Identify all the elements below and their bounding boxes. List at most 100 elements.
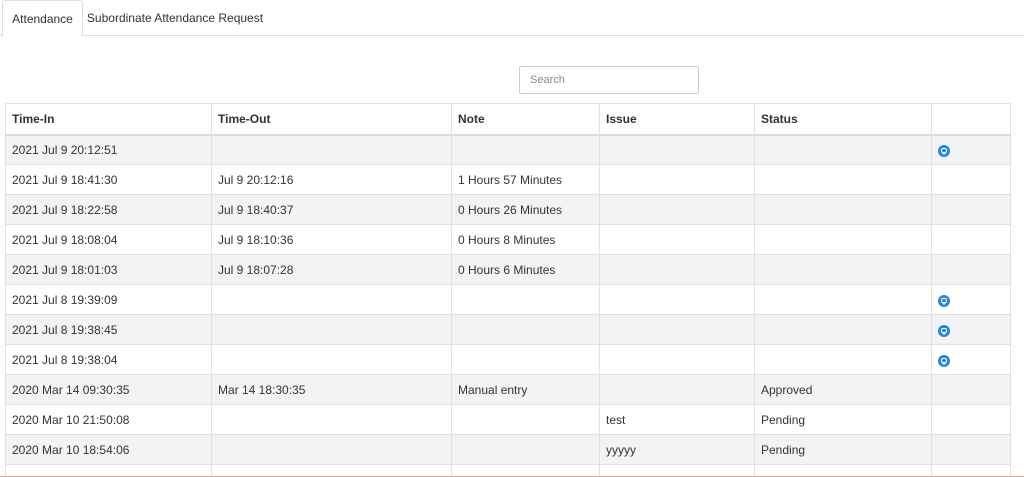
time-out-cell: Jul 9 18:07:28 [211, 254, 452, 285]
action-cell [931, 464, 1011, 476]
edit-request-icon[interactable] [938, 324, 950, 337]
note-cell: 1 Hours 57 Minutes [451, 164, 600, 195]
time-in-cell: 2020 Mar 10 21:50:08 [5, 404, 212, 435]
issue-cell [599, 164, 755, 195]
time-out-cell [211, 404, 452, 435]
edit-request-icon[interactable] [938, 294, 950, 307]
time-out-cell: Mar 14 18:30:35 [211, 374, 452, 405]
column-header-issue[interactable]: Issue [599, 103, 755, 136]
tab-subordinate-attendance-request[interactable]: Subordinate Attendance Request [83, 0, 267, 36]
action-cell [931, 314, 1011, 345]
note-cell: 0 Hours 6 Minutes [451, 254, 600, 285]
table-row: 2020 Mar 10 21:50:08 test Pending [5, 404, 1011, 435]
status-cell [754, 134, 932, 165]
time-in-cell: 2021 Jul 9 18:01:03 [5, 254, 212, 285]
time-out-cell [211, 344, 452, 375]
status-cell [754, 464, 932, 476]
note-cell: Manual entry [451, 374, 600, 405]
time-in-cell: 2021 Jul 9 18:41:30 [5, 164, 212, 195]
action-cell [931, 374, 1011, 405]
action-cell [931, 254, 1011, 285]
issue-cell [599, 194, 755, 225]
table-row: 2021 Jul 8 19:38:45 [5, 314, 1011, 345]
note-cell: 0 Hours 8 Minutes [451, 224, 600, 255]
status-cell [754, 164, 932, 195]
table-row: 2021 Jul 9 18:08:04 Jul 9 18:10:36 0 Hours… [5, 224, 1011, 255]
table-row: 2021 Jul 9 20:12:51 [5, 134, 1011, 165]
issue-cell [599, 254, 755, 285]
time-out-cell [211, 434, 452, 465]
column-header-note[interactable]: Note [451, 103, 600, 136]
tab-bar: Attendance Subordinate Attendance Reques… [0, 0, 1024, 37]
time-in-cell: 2020 Mar 10 18:54:06 [5, 434, 212, 465]
status-cell [754, 194, 932, 225]
table-row: 2021 Jul 8 19:38:04 [5, 344, 1011, 375]
status-cell [754, 254, 932, 285]
issue-cell [599, 224, 755, 255]
table-row: 2021 Jul 8 19:39:09 [5, 284, 1011, 315]
time-out-cell [211, 314, 452, 345]
time-in-cell: 2021 Jul 8 19:38:04 [5, 344, 212, 375]
attendance-table: Time-In Time-Out Note Issue Status 2021 … [5, 103, 1011, 476]
status-cell: Pending [754, 434, 932, 465]
action-cell [931, 284, 1011, 315]
status-cell [754, 224, 932, 255]
issue-cell [599, 464, 755, 476]
table-row: 2021 Jul 9 18:41:30 Jul 9 20:12:16 1 Hours… [5, 164, 1011, 195]
table-row: 2020 Mar 14 09:30:35 Mar 14 18:30:35 Manua… [5, 374, 1011, 405]
column-header-status[interactable]: Status [754, 103, 932, 136]
status-cell [754, 284, 932, 315]
edit-request-icon[interactable] [938, 354, 950, 367]
action-cell [931, 224, 1011, 255]
note-cell [451, 134, 600, 165]
column-header-time-out[interactable]: Time-Out [211, 103, 452, 136]
status-cell: Pending [754, 404, 932, 435]
issue-cell [599, 314, 755, 345]
time-in-cell: 2021 Jul 9 18:08:04 [5, 224, 212, 255]
table-row: 2021 Jul 9 18:22:58 Jul 9 18:40:37 0 Hours… [5, 194, 1011, 225]
issue-cell [599, 344, 755, 375]
time-out-cell: Jul 9 20:12:16 [211, 164, 452, 195]
table-row: 2021 Jul 9 18:01:03 Jul 9 18:07:28 0 Hours… [5, 254, 1011, 285]
time-in-cell [5, 464, 212, 476]
note-cell [451, 284, 600, 315]
time-out-cell [211, 134, 452, 165]
action-cell [931, 344, 1011, 375]
note-cell [451, 344, 600, 375]
note-cell [451, 464, 600, 476]
table-body: 2021 Jul 9 20:12:51 2021 Jul 9 18:41:30 Ju… [5, 134, 1011, 476]
action-cell [931, 194, 1011, 225]
table-header-row: Time-In Time-Out Note Issue Status [5, 103, 1011, 136]
status-cell [754, 344, 932, 375]
time-out-cell: Jul 9 18:10:36 [211, 224, 452, 255]
time-out-cell [211, 464, 452, 476]
time-out-cell: Jul 9 18:40:37 [211, 194, 452, 225]
status-cell [754, 314, 932, 345]
issue-cell [599, 134, 755, 165]
time-in-cell: 2021 Jul 9 20:12:51 [5, 134, 212, 165]
issue-cell: test [599, 404, 755, 435]
time-in-cell: 2021 Jul 8 19:39:09 [5, 284, 212, 315]
note-cell [451, 404, 600, 435]
table-row: 2020 Mar 10 18:54:06 yyyyy Pending [5, 434, 1011, 465]
edit-request-icon[interactable] [938, 144, 950, 157]
column-header-time-in[interactable]: Time-In [5, 103, 212, 136]
time-in-cell: 2020 Mar 14 09:30:35 [5, 374, 212, 405]
issue-cell [599, 374, 755, 405]
time-in-cell: 2021 Jul 8 19:38:45 [5, 314, 212, 345]
note-cell [451, 314, 600, 345]
column-header-actions [931, 103, 1011, 136]
action-cell [931, 404, 1011, 435]
issue-cell [599, 284, 755, 315]
action-cell [931, 164, 1011, 195]
attendance-page: Attendance Subordinate Attendance Reques… [0, 0, 1024, 477]
tab-attendance[interactable]: Attendance [2, 0, 83, 37]
note-cell [451, 434, 600, 465]
action-cell [931, 434, 1011, 465]
note-cell: 0 Hours 26 Minutes [451, 194, 600, 225]
time-in-cell: 2021 Jul 9 18:22:58 [5, 194, 212, 225]
search-input[interactable] [519, 66, 699, 94]
issue-cell: yyyyy [599, 434, 755, 465]
status-cell: Approved [754, 374, 932, 405]
time-out-cell [211, 284, 452, 315]
